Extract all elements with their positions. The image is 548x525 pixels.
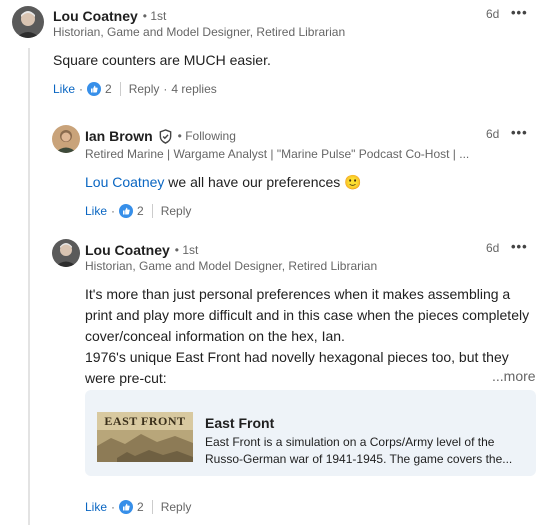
author-headline: Retired Marine | Wargame Analyst | "Mari… — [85, 147, 470, 161]
like-reaction-icon[interactable] — [119, 204, 134, 218]
divider — [119, 82, 121, 96]
like-button[interactable]: Like — [85, 204, 107, 218]
author-row: Ian Brown • Following — [85, 128, 236, 144]
see-more-link[interactable]: ...more — [492, 368, 536, 384]
comment-body: we all have our preferences 🙂 — [164, 174, 362, 190]
comment-time: 6d — [486, 127, 500, 141]
reply-button[interactable]: Reply — [161, 500, 192, 514]
reaction-count[interactable]: 2 — [137, 204, 144, 218]
more-options-icon[interactable]: ••• — [511, 239, 528, 254]
comment-text: Square counters are MUCH easier. — [53, 52, 271, 68]
comment-line: were pre-cut: — [85, 370, 167, 386]
thread-line — [28, 48, 30, 525]
verified-badge-icon — [158, 128, 173, 144]
replies-count-link[interactable]: 4 replies — [171, 82, 216, 96]
following-status: • Following — [177, 129, 236, 143]
comment-line: 1976's unique East Front had novelly hex… — [85, 349, 509, 365]
author-name[interactable]: Lou Coatney — [85, 242, 170, 258]
mention-link[interactable]: Lou Coatney — [85, 174, 164, 190]
separator-dot: · — [163, 82, 168, 96]
like-button[interactable]: Like — [53, 82, 75, 96]
separator-dot: · — [111, 500, 116, 514]
like-reaction-icon[interactable] — [87, 82, 102, 96]
author-name[interactable]: Ian Brown — [85, 128, 153, 144]
avatar[interactable] — [52, 125, 80, 153]
reply-button[interactable]: Reply — [161, 204, 192, 218]
author-row: Lou Coatney • 1st — [53, 8, 166, 24]
comment-actions: Like · 2 Reply — [85, 204, 191, 218]
connection-degree: • 1st — [142, 9, 167, 23]
divider — [151, 204, 153, 218]
more-options-icon[interactable]: ••• — [511, 5, 528, 20]
comment-line: It's more than just personal preferences… — [85, 286, 511, 302]
card-desc-line: Russo-German war of 1941-1945. The game … — [205, 452, 513, 466]
comment-time: 6d — [486, 7, 500, 21]
avatar[interactable] — [12, 6, 44, 38]
comment-text: It's more than just personal preferences… — [85, 284, 540, 389]
comment-actions: Like · 2 Reply · 4 replies — [53, 82, 217, 96]
card-desc-line: East Front is a simulation on a Corps/Ar… — [205, 435, 495, 449]
comment-line: print and play more difficult and in thi… — [85, 307, 530, 323]
author-headline: Historian, Game and Model Designer, Reti… — [85, 259, 378, 273]
author-name[interactable]: Lou Coatney — [53, 8, 138, 24]
connection-degree: • 1st — [174, 243, 199, 257]
reply-button[interactable]: Reply — [129, 82, 160, 96]
like-reaction-icon[interactable] — [119, 500, 134, 514]
author-row: Lou Coatney • 1st — [85, 242, 198, 258]
card-thumbnail-title: EAST FRONT — [104, 414, 186, 428]
comment-actions: Like · 2 Reply — [85, 500, 191, 514]
comment-line: cover/conceal information on the hex, Ia… — [85, 328, 345, 344]
comment-time: 6d — [486, 241, 500, 255]
separator-dot: · — [111, 204, 116, 218]
comment-text: Lou Coatney we all have our preferences … — [85, 172, 362, 193]
card-thumbnail: EAST FRONT — [97, 412, 193, 462]
link-preview-card[interactable]: EAST FRONT East Front East Front is a si… — [85, 390, 536, 476]
reaction-count[interactable]: 2 — [105, 82, 112, 96]
more-options-icon[interactable]: ••• — [511, 125, 528, 140]
avatar[interactable] — [52, 239, 80, 267]
divider — [151, 500, 153, 514]
reaction-count[interactable]: 2 — [137, 500, 144, 514]
like-button[interactable]: Like — [85, 500, 107, 514]
author-headline: Historian, Game and Model Designer, Reti… — [53, 25, 346, 39]
card-title[interactable]: East Front — [205, 415, 274, 431]
separator-dot: · — [79, 82, 84, 96]
card-description: East Front is a simulation on a Corps/Ar… — [205, 434, 525, 468]
